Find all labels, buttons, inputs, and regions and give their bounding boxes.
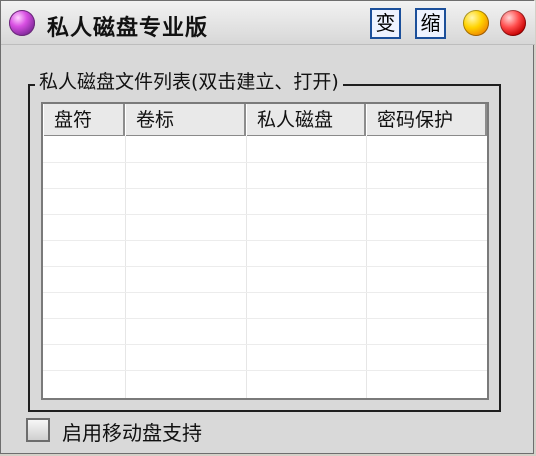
app-orb-icon (9, 10, 35, 36)
private-disk-window: 私人磁盘专业版 变 缩 私人磁盘文件列表(双击建立、打开) 盘符 卷标 私人磁盘… (0, 0, 535, 454)
grid-hline (43, 188, 487, 189)
grid-hline (43, 292, 487, 293)
grid-vline (246, 136, 247, 398)
grid-hline (43, 240, 487, 241)
column-password-protection[interactable]: 密码保护 (366, 104, 487, 136)
column-drive-letter[interactable]: 盘符 (43, 104, 125, 136)
grid-hline (43, 214, 487, 215)
file-list-group-title: 私人磁盘文件列表(双击建立、打开) (35, 67, 343, 94)
grid-hline (43, 266, 487, 267)
change-button[interactable]: 变 (370, 8, 401, 39)
list-header: 盘符 卷标 私人磁盘 密码保护 (43, 104, 487, 136)
grid-hline (43, 344, 487, 345)
grid-hline (43, 162, 487, 163)
enable-removable-disk-label[interactable]: 启用移动盘支持 (62, 417, 202, 446)
column-private-disk[interactable]: 私人磁盘 (246, 104, 366, 136)
grid-hline (43, 370, 487, 371)
window-title: 私人磁盘专业版 (47, 16, 209, 41)
minimize-icon[interactable] (463, 10, 489, 36)
disk-list-view[interactable]: 盘符 卷标 私人磁盘 密码保护 (41, 102, 489, 400)
shrink-button[interactable]: 缩 (415, 8, 446, 39)
close-icon[interactable] (500, 10, 526, 36)
column-volume-label[interactable]: 卷标 (125, 104, 246, 136)
grid-vline (487, 136, 488, 400)
grid-vline (125, 136, 126, 398)
enable-removable-disk-checkbox[interactable] (26, 418, 50, 442)
list-grid[interactable] (43, 136, 488, 400)
grid-vline (366, 136, 367, 398)
grid-hline (43, 318, 487, 319)
title-bar[interactable]: 私人磁盘专业版 变 缩 (1, 1, 535, 45)
